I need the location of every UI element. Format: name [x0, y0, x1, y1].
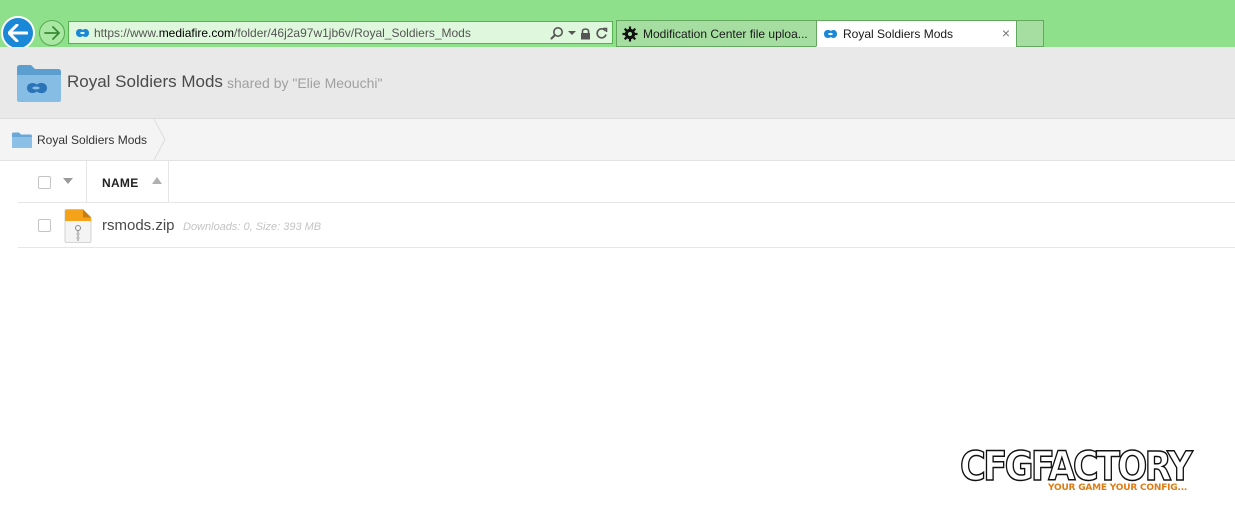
tab-modification-center[interactable]: Modification Center file uploa... [616, 20, 817, 47]
name-column-label: NAME [102, 176, 139, 190]
mediafire-icon [824, 29, 837, 38]
cfgfactory-watermark-logo: CFGFACTORY YOUR GAME YOUR CONFIG... [958, 443, 1198, 500]
breadcrumb-item-root[interactable]: Royal Soldiers Mods [0, 119, 162, 160]
breadcrumb-label: Royal Soldiers Mods [37, 132, 148, 147]
folder-icon [12, 132, 32, 148]
file-meta: Downloads: 0, Size: 393 MB [183, 221, 321, 233]
address-tools [550, 24, 608, 42]
select-all-checkbox[interactable] [38, 176, 51, 189]
tab-label: Royal Soldiers Mods [843, 26, 954, 41]
url-path: /folder/46j2a97w1jb6v/Royal_Soldiers_Mod… [234, 25, 471, 40]
gear-logo-icon [622, 26, 638, 41]
folder-icon [17, 65, 61, 102]
file-size: Size: 393 MB [255, 221, 322, 233]
name-column-header[interactable]: NAME [86, 161, 169, 202]
tab-label: Modification Center file uploa... [643, 26, 808, 41]
zip-file-icon [64, 209, 92, 243]
forward-button[interactable] [39, 20, 65, 46]
folder-header: Royal Soldiers Mods shared by "Elie Meou… [0, 47, 1235, 119]
browser-chrome: https://www.mediafire.com/folder/46j2a97… [0, 0, 1235, 50]
shared-by-text: shared by "Elie Meouchi" [227, 75, 383, 91]
file-row[interactable]: rsmods.zip Downloads: 0, Size: 393 MB [18, 203, 1235, 248]
new-tab-button[interactable] [1016, 20, 1044, 47]
refresh-icon[interactable] [595, 27, 608, 40]
file-downloads: Downloads: 0, [183, 221, 253, 233]
folder-title: Royal Soldiers Mods [67, 72, 223, 91]
sort-ascending-icon [152, 177, 162, 184]
breadcrumb-separator [154, 119, 166, 160]
watermark-tagline: YOUR GAME YOUR CONFIG... [1048, 483, 1188, 493]
file-name-link[interactable]: rsmods.zip [102, 217, 175, 234]
close-tab-icon[interactable]: × [1002, 25, 1010, 41]
dropdown-arrow-icon[interactable] [568, 30, 576, 36]
back-button[interactable] [1, 16, 35, 50]
url-text: https://www.mediafire.com/folder/46j2a97… [94, 26, 471, 40]
breadcrumb: Royal Soldiers Mods [0, 119, 1235, 161]
list-header: NAME [18, 161, 1235, 203]
lock-icon[interactable] [580, 27, 591, 40]
tab-royal-soldiers-mods[interactable]: Royal Soldiers Mods × [816, 20, 1017, 47]
address-bar[interactable]: https://www.mediafire.com/folder/46j2a97… [68, 21, 613, 44]
file-checkbox[interactable] [38, 219, 51, 232]
url-domain: mediafire.com [158, 25, 235, 40]
selection-dropdown-icon[interactable] [63, 178, 73, 184]
search-icon[interactable] [550, 26, 564, 40]
forward-arrow-icon [44, 26, 60, 40]
mediafire-icon [76, 28, 89, 37]
url-prefix: https://www. [94, 25, 159, 40]
back-arrow-icon [8, 24, 28, 42]
